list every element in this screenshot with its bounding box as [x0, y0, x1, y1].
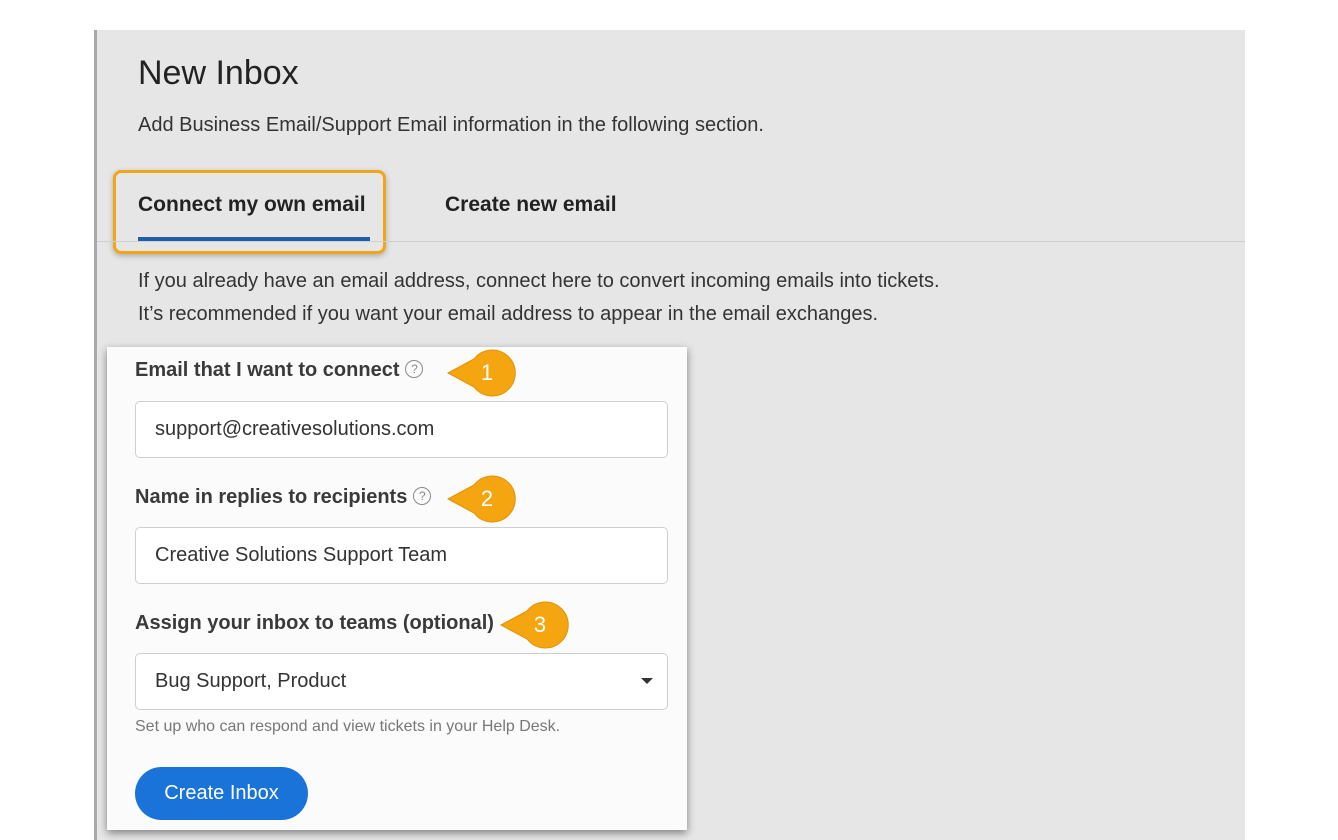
description-line-2: It’s recommended if you want your email …: [138, 303, 879, 325]
email-label: Email that I want to connect?: [135, 359, 424, 382]
help-circle-icon[interactable]: ?: [405, 359, 424, 378]
help-circle-icon[interactable]: ?: [413, 486, 432, 505]
page-subtitle: Add Business Email/Support Email informa…: [138, 114, 764, 136]
email-label-text: Email that I want to connect: [135, 359, 400, 381]
page-title: New Inbox: [138, 54, 299, 92]
reply-name-field[interactable]: Creative Solutions Support Team: [135, 527, 668, 584]
callout-number: 2: [480, 486, 494, 511]
description-line-1: If you already have an email address, co…: [138, 270, 940, 292]
tabs-divider: [97, 241, 1245, 242]
callout-badge-1: 1: [446, 349, 536, 397]
teams-label: Assign your inbox to teams (optional): [135, 612, 494, 634]
create-inbox-button[interactable]: Create Inbox: [135, 767, 308, 820]
name-label-text: Name in replies to recipients: [135, 486, 408, 508]
teams-hint: Set up who can respond and view tickets …: [135, 718, 561, 735]
callout-number: 1: [480, 360, 494, 385]
teams-select-value: Bug Support, Product: [155, 670, 347, 692]
caret-down-icon: [641, 678, 653, 684]
email-field[interactable]: support@creativesolutions.com: [135, 401, 668, 458]
reply-name-field-value: Creative Solutions Support Team: [155, 544, 448, 566]
connect-email-form: Email that I want to connect? support@cr…: [107, 347, 687, 830]
teams-select[interactable]: Bug Support, Product: [135, 653, 668, 710]
tab-create-new-email[interactable]: Create new email: [445, 193, 617, 217]
active-tab-indicator: [138, 237, 370, 241]
tab-connect-own-email[interactable]: Connect my own email: [138, 193, 366, 217]
name-label: Name in replies to recipients?: [135, 486, 432, 509]
callout-badge-2: 2: [446, 475, 536, 523]
callout-badge-3: 3: [499, 601, 589, 649]
email-field-value: support@creativesolutions.com: [155, 418, 435, 440]
callout-number: 3: [533, 612, 547, 637]
